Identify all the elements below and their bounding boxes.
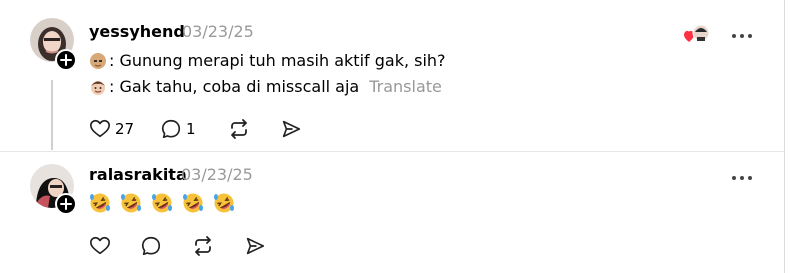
share-button[interactable] (280, 117, 302, 141)
rofl-emoji (90, 193, 110, 213)
reply-button[interactable]: 1 (160, 117, 196, 141)
more-options-button[interactable] (730, 27, 754, 39)
reply-count: 1 (186, 120, 196, 138)
repost-icon (231, 119, 247, 139)
column-border (784, 0, 785, 273)
comment-icon (141, 236, 161, 256)
translate-link[interactable]: Translate (369, 76, 442, 98)
post-date: 03/23/25 (181, 165, 253, 184)
post-text: : Gunung merapi tuh masih aktif gak, sih… (109, 51, 446, 70)
more-icon (732, 176, 752, 180)
rofl-emoji (121, 193, 141, 213)
follow-button[interactable] (55, 49, 77, 71)
post-text: : Gak tahu, coba di misscall aja (109, 77, 360, 96)
thread-post: yessyhend 03/23/25 : Gunung merapi tuh m… (0, 0, 784, 152)
repost-button[interactable] (191, 234, 215, 258)
post-date: 03/23/25 (182, 22, 254, 41)
thread-line (51, 80, 53, 150)
plus-icon (60, 198, 72, 210)
heart-icon (90, 119, 110, 138)
username[interactable]: yessyhend (89, 22, 185, 42)
smiling-man-emoji (91, 81, 105, 95)
like-button[interactable] (89, 234, 111, 258)
share-button[interactable] (244, 234, 266, 258)
like-count: 27 (115, 120, 135, 138)
username[interactable]: ralasrakita (89, 165, 187, 185)
heart-icon (90, 236, 110, 255)
rofl-emoji (183, 193, 203, 213)
send-icon (282, 120, 301, 138)
bald-man-emoji (90, 53, 106, 69)
post-text (89, 192, 244, 214)
like-button[interactable]: 27 (89, 117, 134, 141)
post-text-line: : Gunung merapi tuh masih aktif gak, sih… (89, 50, 446, 72)
send-icon (246, 237, 265, 255)
more-options-button[interactable] (730, 169, 754, 181)
rofl-emoji (214, 193, 234, 213)
plus-icon (60, 54, 72, 66)
repost-button[interactable] (227, 117, 251, 141)
comment-icon (161, 119, 181, 139)
post-text-line: : Gak tahu, coba di misscall aja Transla… (89, 76, 442, 98)
rofl-emoji (152, 193, 172, 213)
repost-icon (195, 236, 211, 256)
follow-button[interactable] (55, 193, 77, 215)
reply-button[interactable] (140, 234, 162, 258)
thread-post: ralasrakita 03/23/25 (0, 152, 784, 273)
liked-by-avatars[interactable] (682, 24, 712, 46)
more-icon (732, 34, 752, 38)
